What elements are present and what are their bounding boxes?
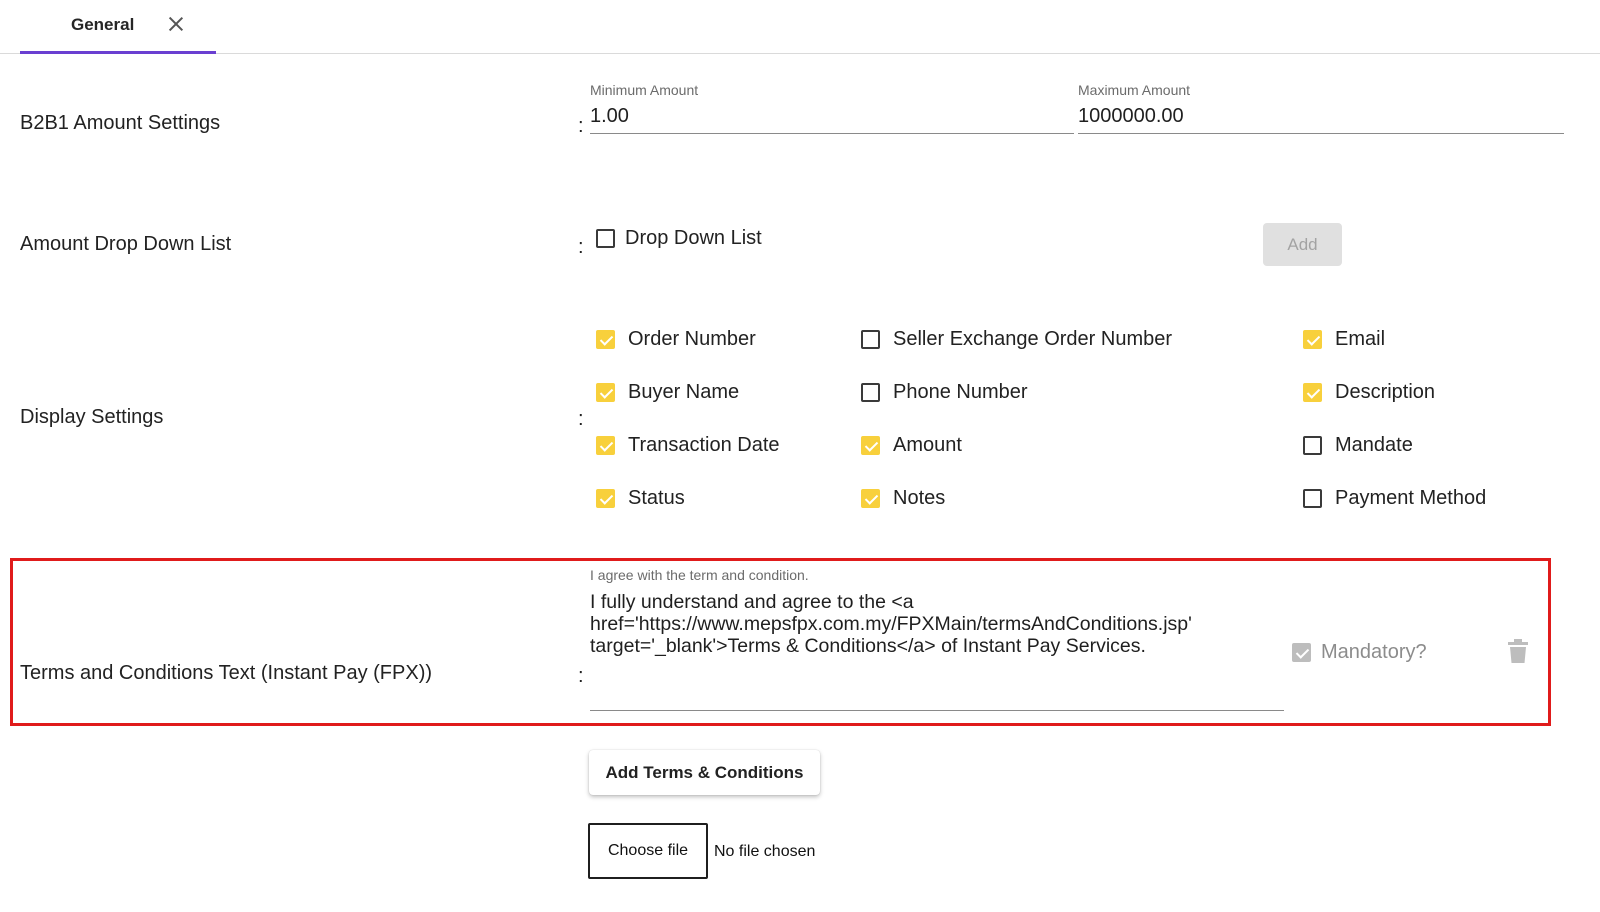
checkbox-box[interactable]: [596, 489, 615, 508]
checkbox-box[interactable]: [861, 330, 880, 349]
checkbox-box[interactable]: [1303, 383, 1322, 402]
display-option-payment-method[interactable]: Payment Method: [1303, 487, 1486, 510]
colon: :: [578, 236, 584, 258]
checkbox-box[interactable]: [861, 489, 880, 508]
add-button[interactable]: Add: [1263, 223, 1342, 266]
choose-file-button[interactable]: Choose file: [588, 823, 708, 879]
option-label: Seller Exchange Order Number: [893, 328, 1173, 350]
display-option-status[interactable]: Status: [596, 487, 685, 510]
checkbox-box[interactable]: [596, 330, 615, 349]
display-option-buyer-name[interactable]: Buyer Name: [596, 381, 739, 404]
display-option-seller-exchange-order-number[interactable]: Seller Exchange Order Number: [861, 328, 1172, 351]
colon: :: [578, 408, 584, 430]
b2b1-amount-settings-label: B2B1 Amount Settings: [20, 112, 221, 134]
maximum-amount-field: Maximum Amount: [1078, 82, 1564, 138]
option-label: Amount: [893, 434, 962, 456]
option-label: Payment Method: [1335, 487, 1487, 509]
option-label: Description: [1335, 381, 1436, 403]
display-option-mandate[interactable]: Mandate: [1303, 434, 1413, 457]
checkbox-box[interactable]: [1292, 643, 1311, 662]
drop-down-list-checkbox[interactable]: Drop Down List: [596, 227, 762, 250]
display-option-description[interactable]: Description: [1303, 381, 1435, 404]
terms-and-conditions-label: Terms and Conditions Text (Instant Pay (…: [20, 662, 433, 684]
maximum-amount-label: Maximum Amount: [1078, 82, 1191, 98]
tab-general[interactable]: General: [20, 0, 216, 54]
minimum-amount-label: Minimum Amount: [590, 82, 699, 98]
display-option-order-number[interactable]: Order Number: [596, 328, 756, 351]
drop-down-list-label: Drop Down List: [625, 227, 762, 249]
mandatory-checkbox[interactable]: Mandatory?: [1292, 641, 1427, 664]
display-option-email[interactable]: Email: [1303, 328, 1385, 351]
option-label: Order Number: [628, 328, 756, 350]
display-option-transaction-date[interactable]: Transaction Date: [596, 434, 780, 457]
mandatory-label: Mandatory?: [1321, 641, 1427, 663]
colon: :: [578, 115, 584, 137]
checkbox-box[interactable]: [1303, 436, 1322, 455]
tab-general-label: General: [71, 15, 135, 34]
checkbox-box[interactable]: [1303, 489, 1322, 508]
option-label: Transaction Date: [628, 434, 780, 456]
display-settings-label: Display Settings: [20, 406, 164, 428]
option-label: Email: [1335, 328, 1386, 350]
checkbox-box[interactable]: [1303, 330, 1322, 349]
checkbox-box[interactable]: [596, 436, 615, 455]
amount-drop-down-list-label: Amount Drop Down List: [20, 233, 232, 255]
add-terms-conditions-button[interactable]: Add Terms & Conditions: [589, 750, 820, 795]
option-label: Status: [628, 487, 685, 509]
checkbox-box[interactable]: [861, 436, 880, 455]
option-label: Notes: [893, 487, 946, 509]
maximum-amount-input[interactable]: [1078, 100, 1564, 134]
display-option-amount[interactable]: Amount: [861, 434, 962, 457]
option-label: Mandate: [1335, 434, 1413, 456]
delete-icon[interactable]: [1508, 639, 1528, 663]
checkbox-box[interactable]: [596, 383, 615, 402]
checkbox-box[interactable]: [596, 229, 615, 248]
minimum-amount-input[interactable]: [590, 100, 1074, 134]
colon: :: [578, 665, 584, 687]
terms-text-input[interactable]: [590, 591, 1284, 711]
display-option-phone-number[interactable]: Phone Number: [861, 381, 1028, 404]
option-label: Phone Number: [893, 381, 1028, 403]
option-label: Buyer Name: [628, 381, 740, 403]
terms-field-label: I agree with the term and condition.: [590, 567, 809, 583]
settings-page: General B2B1 Amount Settings : Minimum A…: [0, 0, 1600, 912]
tab-bar: General: [0, 0, 1600, 54]
close-icon[interactable]: [166, 14, 186, 34]
minimum-amount-field: Minimum Amount: [590, 82, 1074, 138]
file-status-text: No file chosen: [714, 843, 816, 860]
display-option-notes[interactable]: Notes: [861, 487, 945, 510]
checkbox-box[interactable]: [861, 383, 880, 402]
